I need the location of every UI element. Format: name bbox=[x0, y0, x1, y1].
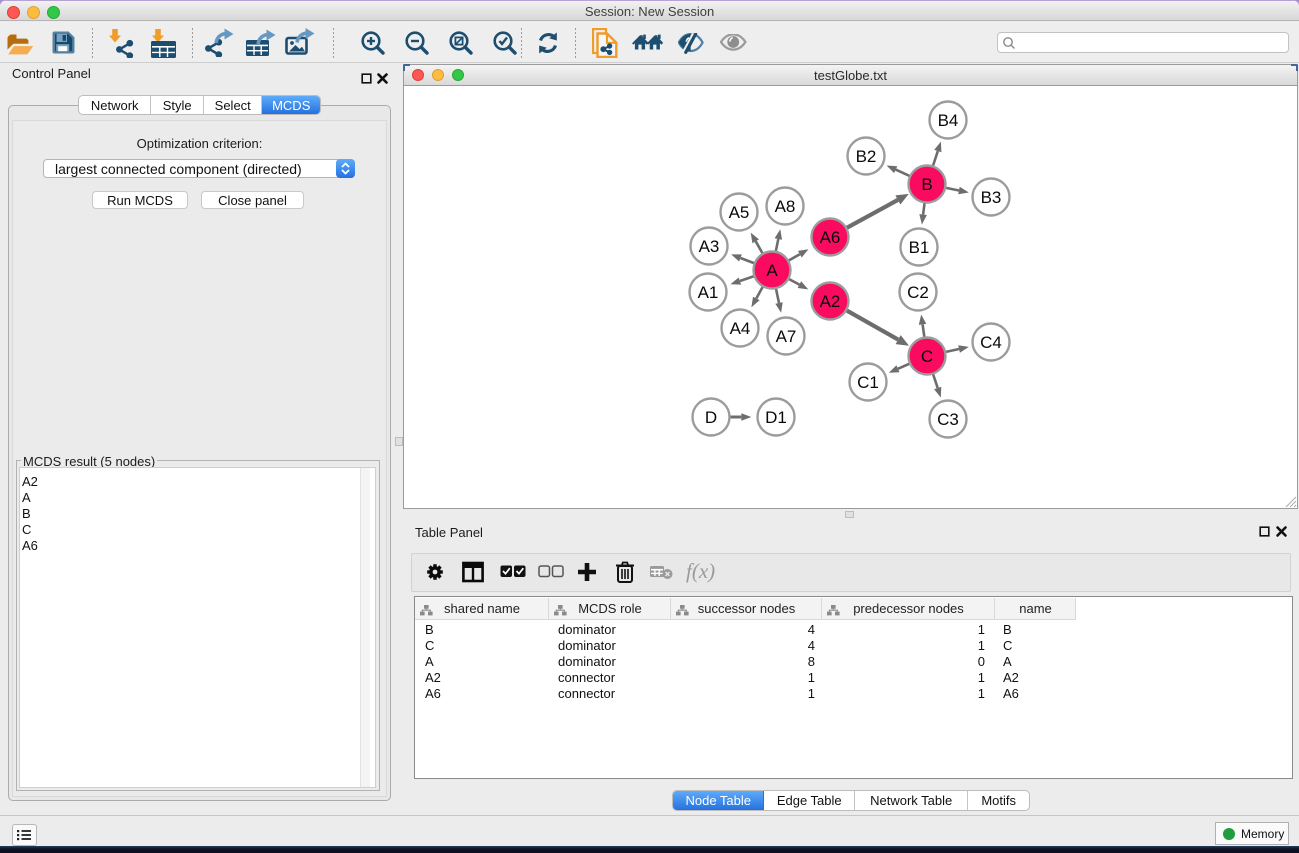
svg-text:B1: B1 bbox=[909, 238, 930, 257]
svg-text:A3: A3 bbox=[699, 237, 720, 256]
svg-text:C3: C3 bbox=[937, 410, 959, 429]
svg-text:D1: D1 bbox=[765, 408, 787, 427]
svg-text:C2: C2 bbox=[907, 283, 929, 302]
svg-text:C4: C4 bbox=[980, 333, 1002, 352]
svg-text:A1: A1 bbox=[698, 283, 719, 302]
svg-text:A5: A5 bbox=[729, 203, 750, 222]
svg-text:D: D bbox=[705, 408, 717, 427]
svg-text:A7: A7 bbox=[776, 327, 797, 346]
svg-text:B2: B2 bbox=[856, 147, 877, 166]
svg-text:A: A bbox=[766, 261, 778, 280]
svg-text:A6: A6 bbox=[820, 228, 841, 247]
svg-text:B3: B3 bbox=[981, 188, 1002, 207]
svg-text:B4: B4 bbox=[938, 111, 959, 130]
svg-text:A2: A2 bbox=[820, 292, 841, 311]
svg-text:B: B bbox=[921, 175, 932, 194]
svg-text:A4: A4 bbox=[730, 319, 751, 338]
svg-text:C1: C1 bbox=[857, 373, 879, 392]
svg-text:A8: A8 bbox=[775, 197, 796, 216]
svg-text:C: C bbox=[921, 347, 933, 366]
